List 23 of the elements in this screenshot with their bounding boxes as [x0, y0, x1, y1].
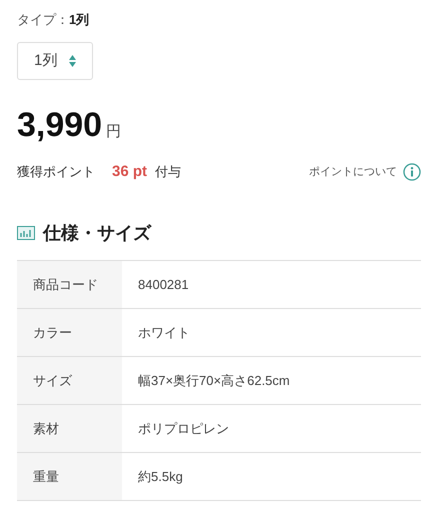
points-value: 36 pt [112, 162, 148, 182]
points-info-link[interactable]: ポイントについて [309, 163, 421, 181]
table-header-cell: 重量 [17, 453, 122, 500]
stepper-icon [69, 55, 76, 67]
price-unit: 円 [106, 122, 122, 142]
section-heading: 仕様・サイズ [43, 222, 151, 244]
type-label: タイプ： [17, 11, 69, 30]
table-cell-text: ポリプロピレン [137, 420, 230, 438]
type-value: 1列 [69, 11, 90, 30]
chart-icon [17, 226, 35, 240]
points-label: 獲得ポイント [17, 163, 95, 182]
table-cell-text: 約5.5kg [137, 468, 184, 486]
table-header-cell: サイズ [17, 357, 122, 404]
table-cell-text: 8400281 [137, 276, 190, 294]
points-suffix: 付与 [155, 163, 182, 182]
type-select[interactable]: 1列 [17, 42, 93, 80]
price: 3,990 [17, 108, 102, 142]
table-cell-text: 幅37×奥行70×高さ62.5cm [137, 372, 291, 390]
table-cell-text: ホワイト [137, 324, 191, 342]
info-icon [403, 163, 421, 181]
table-header-cell: 商品コード [17, 261, 122, 308]
table-header-cell: 素材 [17, 405, 122, 452]
table-header-cell: カラー [17, 309, 122, 356]
